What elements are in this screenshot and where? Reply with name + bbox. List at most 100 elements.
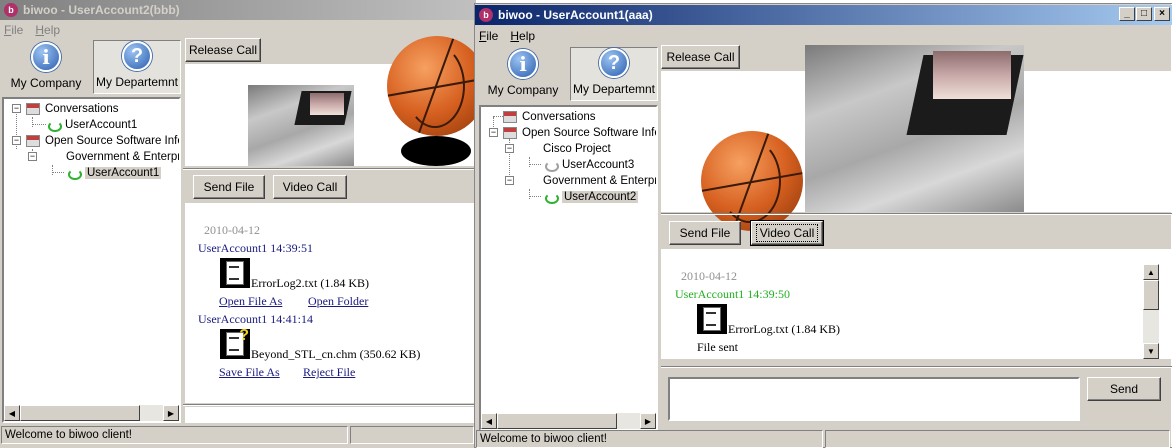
window-useraccount2: b biwoo - UserAccount2(bbb) File Help i …: [0, 0, 487, 448]
chat-date: 2010-04-12: [204, 223, 260, 237]
file-name: ErrorLog2.txt (1.84 KB): [251, 276, 369, 290]
tree-label: UserAccount3: [562, 159, 635, 171]
expand-cisco-project[interactable]: −: [505, 144, 514, 153]
message-input[interactable]: [668, 377, 1080, 421]
expand-department[interactable]: −: [505, 176, 514, 185]
my-department-button[interactable]: ? My Departemnt: [570, 47, 658, 101]
video-call-button[interactable]: Video Call: [273, 175, 347, 199]
release-call-button[interactable]: Release Call: [661, 45, 740, 69]
scroll-thumb[interactable]: [20, 405, 140, 421]
contact-tree: Conversations − Open Source Software Inf…: [479, 105, 658, 431]
text-file-icon[interactable]: [697, 304, 727, 334]
help-icon: ?: [599, 48, 629, 78]
chat-history: 2010-04-12 UserAccount1 14:39:50 ErrorLo…: [661, 249, 1172, 359]
file-name: Beyond_STL_cn.chm (350.62 KB): [251, 347, 421, 361]
info-icon: i: [508, 49, 538, 79]
tree-item-conv-useraccount1[interactable]: UserAccount1: [46, 117, 137, 133]
chat-vertical-scrollbar[interactable]: ▲ ▼: [1143, 264, 1159, 359]
my-department-label: My Departemnt: [572, 82, 656, 96]
tree-label: UserAccount1: [65, 119, 138, 131]
organization-icon: [26, 135, 40, 147]
tree-item-useraccount2[interactable]: UserAccount2: [543, 189, 639, 205]
status-cell-extra: [825, 430, 1170, 448]
send-file-button[interactable]: Send File: [193, 175, 265, 199]
message-sender: UserAccount1 14:41:14: [198, 312, 313, 326]
conversations-icon: [26, 103, 40, 115]
organization-icon: [503, 127, 517, 139]
message-sender: UserAccount1 14:39:50: [675, 287, 790, 301]
menu-file[interactable]: File: [4, 23, 23, 37]
tree-horizontal-scrollbar[interactable]: ◀ ▶: [4, 405, 179, 421]
chat-history: 2010-04-12 UserAccount1 14:39:51 ErrorLo…: [185, 203, 476, 403]
menu-help[interactable]: Help: [510, 29, 535, 43]
tree-label-selected: UserAccount1: [85, 167, 162, 179]
scroll-down-icon[interactable]: ▼: [1143, 343, 1159, 359]
status-text: Welcome to biwoo client!: [476, 430, 823, 448]
reject-file-link[interactable]: Reject File: [303, 365, 355, 380]
tree-label: Cisco Project: [543, 143, 611, 155]
tree-item-cisco-project[interactable]: Cisco Project: [543, 141, 611, 157]
expand-organization[interactable]: −: [12, 136, 21, 145]
tree-item-organization[interactable]: Open Source Software Infer: [26, 133, 179, 149]
tree-label-selected: UserAccount2: [562, 191, 639, 203]
scroll-thumb[interactable]: [1143, 280, 1159, 310]
online-user-icon: [543, 191, 559, 204]
video-call-button[interactable]: Video Call: [750, 220, 824, 246]
save-file-as-link[interactable]: Save File As: [219, 365, 280, 380]
unknown-file-icon[interactable]: ?: [220, 327, 250, 359]
close-icon[interactable]: ×: [1154, 7, 1170, 21]
status-text: Welcome to biwoo client!: [1, 426, 348, 444]
send-file-button[interactable]: Send File: [669, 221, 741, 245]
window-title: biwoo - UserAccount2(bbb): [23, 3, 180, 17]
scroll-thumb[interactable]: [497, 413, 617, 429]
menu-file[interactable]: File: [479, 29, 498, 43]
status-cell-extra: [350, 426, 474, 444]
my-department-button[interactable]: ? My Departemnt: [93, 40, 181, 94]
conversations-icon: [503, 111, 517, 123]
basketball-image: [387, 36, 487, 136]
tree-item-department[interactable]: Government & Enterpris: [66, 149, 179, 165]
my-department-label: My Departemnt: [95, 75, 179, 89]
tree-item-conversations[interactable]: Conversations: [503, 109, 596, 125]
send-button[interactable]: Send: [1087, 377, 1161, 401]
my-company-label: My Company: [487, 83, 559, 97]
video-panel: [661, 45, 1172, 231]
title-bar[interactable]: b biwoo - UserAccount1(aaa) _ □ ×: [475, 5, 1172, 25]
my-company-button[interactable]: i My Company: [482, 47, 564, 101]
biwoo-app-icon: b: [479, 8, 493, 22]
minimize-icon[interactable]: _: [1119, 7, 1135, 21]
tree-item-dept-useraccount1[interactable]: UserAccount1: [66, 165, 162, 181]
open-file-as-link[interactable]: Open File As: [219, 294, 282, 309]
tree-item-conversations[interactable]: Conversations: [26, 101, 119, 117]
remote-video: [248, 85, 354, 166]
expand-department[interactable]: −: [28, 152, 37, 161]
scroll-left-icon[interactable]: ◀: [481, 413, 497, 429]
chat-date: 2010-04-12: [681, 269, 737, 283]
file-status: File sent: [697, 340, 738, 354]
scroll-up-icon[interactable]: ▲: [1143, 264, 1159, 280]
expand-conversations[interactable]: −: [12, 104, 21, 113]
tree-label: Open Source Software Infer: [522, 127, 658, 139]
open-folder-link[interactable]: Open Folder: [308, 294, 368, 309]
text-file-icon[interactable]: [220, 258, 250, 288]
basketball-image: [701, 131, 803, 231]
message-input[interactable]: [185, 407, 476, 423]
contact-tree: − Conversations UserAccount1 − Open Sour…: [2, 97, 181, 423]
window-title: biwoo - UserAccount1(aaa): [498, 8, 653, 22]
my-company-button[interactable]: i My Company: [6, 40, 86, 94]
tree-item-department[interactable]: Government & Enterpris: [543, 173, 656, 189]
title-bar[interactable]: b biwoo - UserAccount2(bbb): [0, 0, 476, 20]
offline-user-icon: [543, 159, 559, 172]
tree-item-useraccount3[interactable]: UserAccount3: [543, 157, 634, 173]
scroll-right-icon[interactable]: ▶: [640, 413, 656, 429]
maximize-icon[interactable]: □: [1136, 7, 1152, 21]
tree-item-organization[interactable]: Open Source Software Infer: [503, 125, 658, 141]
tree-label: Conversations: [45, 103, 119, 115]
message-sender: UserAccount1 14:39:51: [198, 241, 313, 255]
tree-horizontal-scrollbar[interactable]: ◀ ▶: [481, 413, 656, 429]
scroll-left-icon[interactable]: ◀: [4, 405, 20, 421]
scroll-right-icon[interactable]: ▶: [163, 405, 179, 421]
release-call-button[interactable]: Release Call: [185, 38, 261, 62]
menu-help[interactable]: Help: [35, 23, 60, 37]
expand-organization[interactable]: −: [489, 128, 498, 137]
